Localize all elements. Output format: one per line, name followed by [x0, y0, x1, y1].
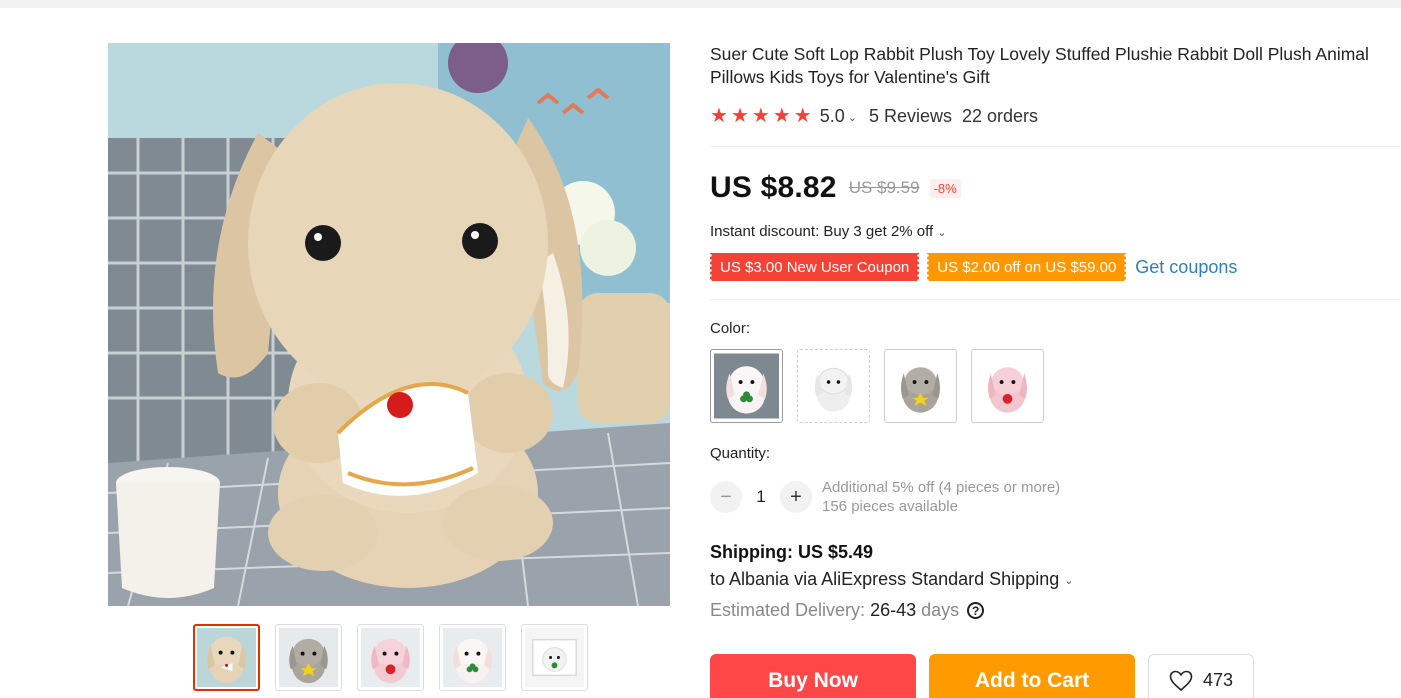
- top-bar: [0, 0, 1401, 8]
- estimated-delivery: Estimated Delivery: 26-43 days ?: [710, 600, 985, 621]
- rating-value: 5.0: [819, 105, 845, 126]
- wishlist-button[interactable]: 473: [1148, 654, 1254, 698]
- chevron-down-icon: ⌄: [937, 227, 947, 239]
- thumbnail-gray-rabbit[interactable]: [275, 624, 342, 691]
- quantity-input[interactable]: 1: [742, 487, 780, 507]
- original-price: US $9.59: [848, 178, 920, 197]
- chevron-down-icon: ⌄: [1064, 575, 1074, 587]
- delivery-label: Estimated Delivery:: [710, 600, 866, 620]
- star-rating: ★ ★ ★ ★ ★: [710, 106, 812, 126]
- quantity-increase-button[interactable]: +: [780, 481, 812, 513]
- delivery-days: 26-43: [870, 600, 917, 620]
- star-icon: ★: [772, 105, 791, 127]
- rating-dropdown[interactable]: 5.0 ⌄: [820, 106, 857, 127]
- price-row: US $8.82 US $9.59 -8%: [710, 171, 961, 205]
- shipping-method-selector[interactable]: to Albania via AliExpress Standard Shipp…: [710, 569, 1073, 590]
- coupon-row: US $3.00 New User Coupon US $2.00 off on…: [708, 253, 1237, 281]
- product-title: Suer Cute Soft Lop Rabbit Plush Toy Love…: [710, 44, 1369, 87]
- color-label: Color:: [710, 320, 751, 337]
- bulk-discount-note: Additional 5% off (4 pieces or more): [822, 479, 1061, 496]
- star-icon: ★: [730, 105, 749, 127]
- shipping-cost: Shipping: US $5.49: [710, 542, 874, 562]
- thumbnail-strip: [193, 624, 588, 691]
- quantity-decrease-button[interactable]: −: [710, 481, 742, 513]
- discount-badge: -8%: [929, 178, 961, 198]
- buy-now-button[interactable]: Buy Now: [710, 654, 916, 698]
- main-product-image[interactable]: [108, 43, 670, 606]
- thumbnail-white-rabbit-clover[interactable]: [439, 624, 506, 691]
- thumbnail-beige-rabbit[interactable]: [193, 624, 260, 691]
- help-icon[interactable]: ?: [967, 602, 985, 619]
- add-to-cart-button[interactable]: Add to Cart: [929, 654, 1135, 698]
- shipping-destination: to Albania via AliExpress Standard Shipp…: [710, 569, 1060, 589]
- rating-row: ★ ★ ★ ★ ★ 5.0 ⌄ 5 Reviews 22 orders: [710, 104, 1038, 128]
- thumbnail-pink-rabbit[interactable]: [357, 624, 424, 691]
- instant-discount[interactable]: Instant discount: Buy 3 get 2% off ⌄: [710, 223, 946, 240]
- reviews-link[interactable]: 5 Reviews: [869, 106, 952, 127]
- orders-count: 22 orders: [961, 105, 1039, 126]
- wishlist-count: 473: [1202, 670, 1234, 690]
- heart-icon: [1169, 670, 1193, 692]
- star-icon: ★: [793, 105, 812, 127]
- star-icon: ★: [710, 105, 728, 127]
- new-user-coupon[interactable]: US $3.00 New User Coupon: [708, 253, 921, 281]
- delivery-days-unit: days: [921, 600, 960, 620]
- color-option-gray[interactable]: [884, 349, 957, 423]
- star-icon: ★: [751, 105, 770, 127]
- get-coupons-link[interactable]: Get coupons: [1135, 257, 1237, 278]
- quantity-stepper: − 1 + Additional 5% off (4 pieces or mor…: [710, 478, 1060, 516]
- quantity-info: Additional 5% off (4 pieces or more) 156…: [822, 478, 1060, 516]
- color-swatches: [710, 349, 1044, 423]
- thumbnail-white-rabbit-box[interactable]: [521, 624, 588, 691]
- color-option-white[interactable]: [797, 349, 870, 423]
- color-option-white-green[interactable]: [710, 349, 783, 423]
- store-coupon[interactable]: US $2.00 off on US $59.00: [926, 253, 1128, 281]
- color-option-pink[interactable]: [971, 349, 1044, 423]
- current-price: US $8.82: [710, 171, 837, 204]
- chevron-down-icon: ⌄: [847, 111, 857, 124]
- instant-discount-text: Instant discount: Buy 3 get 2% off: [710, 223, 934, 240]
- divider: [710, 146, 1400, 147]
- divider: [710, 299, 1400, 300]
- stock-available: 156 pieces available: [822, 498, 958, 515]
- quantity-label: Quantity:: [710, 445, 771, 462]
